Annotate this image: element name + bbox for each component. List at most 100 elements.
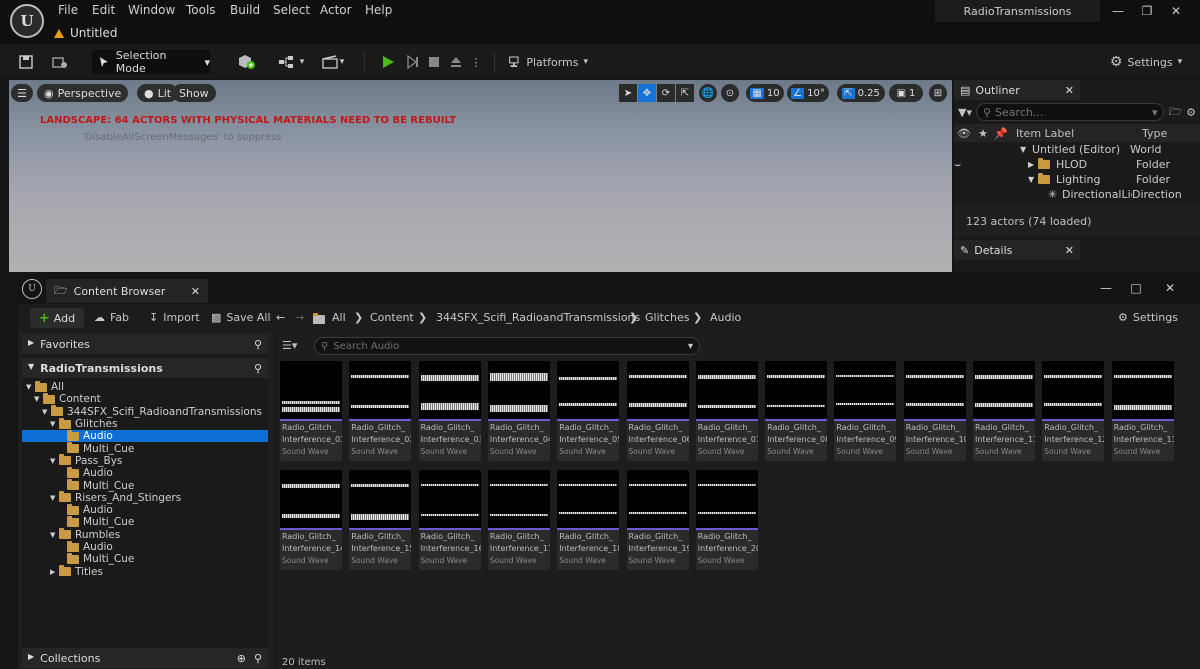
asset-tile[interactable]: Radio_Glitch_ Interference_11 Sound Wave [973,361,1035,461]
tree-folder-item[interactable]: Audio [22,503,268,516]
asset-tile[interactable]: Radio_Glitch_ Interference_03 Sound Wave [418,361,481,461]
minimize-icon[interactable]: — [1108,4,1128,20]
tree-folder-item[interactable]: ▼ Risers_And_Stingers [22,491,268,504]
expand-arrow-icon[interactable]: ▼ [50,494,58,502]
grid-snap-toggle[interactable]: ▦ 10 [746,84,784,102]
asset-tile[interactable]: Radio_Glitch_ Interference_09 Sound Wave [834,361,897,461]
tree-folder-item[interactable]: ▼ All [22,380,268,393]
expand-arrow-icon[interactable]: ▼ [1020,145,1032,154]
show-button[interactable]: Show [172,84,216,102]
asset-tile[interactable]: Radio_Glitch_ Interference_15 Sound Wave [349,470,412,570]
star-icon[interactable]: ★ [974,127,992,140]
menu-tools[interactable]: Tools [186,3,216,17]
tree-folder-item[interactable]: ▼ Rumbles [22,528,268,541]
scale-tool-icon[interactable]: ⇱ [676,84,694,102]
viewport-menu-button[interactable]: ☰ [11,84,33,102]
asset-tile[interactable]: Radio_Glitch_ Interference_06 Sound Wave [626,361,689,461]
translate-tool-icon[interactable]: ✥ [638,84,656,102]
add-folder-icon[interactable]: 🗁 [1168,103,1182,122]
selection-mode-dropdown[interactable]: Selection Mode ▾ [92,49,210,75]
back-arrow-icon[interactable]: ← [276,311,285,324]
camera-speed-button[interactable]: ▣ 1 [889,84,923,102]
stop-icon[interactable] [423,51,445,73]
menu-select[interactable]: Select [273,3,310,17]
expand-arrow-icon[interactable]: ▼ [1028,175,1038,184]
surface-snap-icon[interactable]: ⊙ [721,84,739,102]
asset-tile[interactable]: Radio_Glitch_ Interference_19 Sound Wave [626,470,689,570]
asset-tile[interactable]: Radio_Glitch_ Interference_14 Sound Wave [280,470,342,570]
platforms-dropdown[interactable]: Platforms ▾ [508,51,588,73]
gear-icon[interactable]: ⚙ [1186,106,1196,119]
collections-header[interactable]: ▶ Collections ⊕ ⚲ [22,648,268,668]
asset-tile[interactable]: Radio_Glitch_ Interference_08 Sound Wave [765,361,828,461]
outliner-search-input[interactable]: ⚲ Search... ▾ [975,103,1165,121]
tree-folder-item[interactable]: Multi_Cue [22,479,268,492]
save-icon[interactable] [16,51,36,73]
tree-folder-item[interactable]: Multi_Cue [22,515,268,528]
eject-icon[interactable] [445,51,467,73]
asset-tile[interactable]: Radio_Glitch_ Interference_01 Sound Wave [280,361,342,461]
level-viewport[interactable]: ☰ ◉ Perspective ● Lit Show ➤ ✥ ⟳ ⇱ 🌐 ⊙ ▦ 10… [9,80,952,272]
search-icon[interactable]: ⚲ [254,338,262,351]
asset-tile[interactable]: Radio_Glitch_ Interference_13 Sound Wave [1111,361,1174,461]
save-all-button[interactable]: ▩ Save All [211,311,271,324]
perspective-button[interactable]: ◉ Perspective [37,84,129,102]
tree-folder-item[interactable]: ▶ Titles [22,565,268,578]
menu-build[interactable]: Build [230,3,260,17]
select-tool-icon[interactable]: ➤ [619,84,637,102]
add-collection-icon[interactable]: ⊕ [237,652,246,665]
menu-edit[interactable]: Edit [92,3,115,17]
search-icon[interactable]: ⚲ [254,652,262,665]
close-icon[interactable]: ✕ [1065,244,1074,257]
visibility-icon[interactable]: 👁 [954,127,974,140]
expand-arrow-icon[interactable]: ▼ [50,457,58,465]
close-icon[interactable]: ✕ [191,285,200,298]
asset-tile[interactable]: Radio_Glitch_ Interference_07 Sound Wave [695,361,758,461]
close-icon[interactable]: ✕ [1065,84,1074,97]
outliner-tab[interactable]: ▤ Outliner ✕ [954,80,1080,100]
type-column[interactable]: Type [1134,127,1167,140]
project-header[interactable]: ▼ RadioTransmissions ⚲ [22,358,268,378]
add-button[interactable]: + Add [30,308,84,328]
pin-icon[interactable]: 📌 [992,127,1010,140]
outliner-row[interactable]: ▼ Untitled (Editor) World [954,142,1200,157]
outliner-row[interactable]: ⌣ ▶ HLOD Folder [954,157,1200,172]
eye-icon[interactable]: ⌣ [954,158,966,172]
map-tab[interactable]: Untitled [54,24,134,42]
tree-folder-item[interactable]: ▼ Content [22,392,268,405]
tree-folder-item[interactable]: Multi_Cue [22,442,268,455]
asset-tile[interactable]: Radio_Glitch_ Interference_18 Sound Wave [557,470,620,570]
maximize-viewport-icon[interactable]: ⊞ [929,84,947,102]
asset-tile[interactable]: Radio_Glitch_ Interference_04 Sound Wave [487,361,550,461]
tree-folder-item[interactable]: Audio [22,429,268,443]
expand-arrow-icon[interactable]: ▼ [42,408,50,416]
tree-folder-item[interactable]: ▼ Glitches [22,417,268,430]
folder-icon[interactable] [313,313,325,327]
expand-arrow-icon[interactable]: ▶ [50,568,58,576]
menu-file[interactable]: File [58,3,78,17]
rotate-tool-icon[interactable]: ⟳ [657,84,675,102]
favorites-header[interactable]: ▶ Favorites ⚲ [22,334,268,354]
settings-dropdown[interactable]: ⚙ Settings ▾ [1110,51,1182,73]
asset-tile[interactable]: Radio_Glitch_ Interference_16 Sound Wave [418,470,481,570]
expand-arrow-icon[interactable]: ▼ [50,420,58,428]
cb-settings-button[interactable]: ⚙ Settings [1118,311,1178,324]
content-browser-tab[interactable]: 🗁 Content Browser ✕ [46,279,208,303]
details-tab[interactable]: ✎ Details ✕ [954,240,1080,260]
close-icon[interactable]: ✕ [1160,281,1180,297]
world-space-icon[interactable]: 🌐 [699,84,717,102]
close-icon[interactable]: ✕ [1166,4,1186,20]
maximize-icon[interactable]: ❐ [1137,4,1157,20]
breadcrumb-content[interactable]: Content [370,311,414,324]
unreal-logo-icon[interactable]: U [10,4,44,38]
breadcrumb-glitches[interactable]: Glitches [645,311,689,324]
maximize-icon[interactable]: □ [1126,281,1146,297]
item-label-column[interactable]: Item Label [1010,127,1134,140]
tree-folder-item[interactable]: ▼ Pass_Bys [22,454,268,467]
source-control-icon[interactable] [50,51,70,73]
play-options-icon[interactable]: ⋮ [470,51,482,73]
menu-window[interactable]: Window [128,3,175,17]
tree-folder-item[interactable]: ▼ 344SFX_Scifi_RadioandTransmissions [22,405,268,418]
forward-arrow-icon[interactable]: → [295,311,304,324]
minimize-icon[interactable]: — [1096,281,1116,297]
